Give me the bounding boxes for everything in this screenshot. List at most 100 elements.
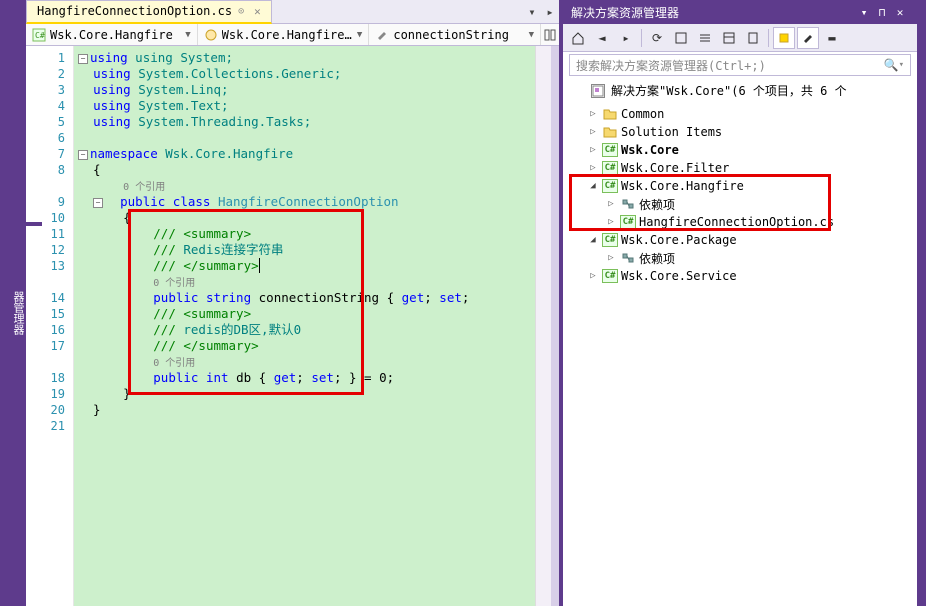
tree-item-label: Wsk.Core.Package [621, 233, 737, 247]
wrench-icon[interactable] [797, 27, 819, 49]
line-gutter: 123456789101112131415161718192021 [26, 46, 74, 606]
solution-icon [591, 84, 605, 98]
csproj-icon: C# [602, 161, 618, 175]
tree-item-label: 依赖项 [639, 196, 675, 213]
tree-item-label: Wsk.Core.Filter [621, 161, 729, 175]
close-icon[interactable]: ✕ [254, 5, 261, 18]
tree-item-label: HangfireConnectionOption.cs [639, 215, 834, 229]
fold-icon[interactable]: − [78, 150, 88, 160]
solution-root[interactable]: 解决方案"Wsk.Core"(6 个项目，共 6 个 [563, 78, 917, 105]
vertical-scrollbar[interactable] [535, 46, 551, 606]
right-toolwell [917, 0, 926, 606]
search-icon: 🔍 [884, 58, 899, 72]
panel-title: 解决方案资源管理器 [571, 4, 855, 21]
solution-label: 解决方案"Wsk.Core"(6 个项目，共 6 个 [611, 82, 847, 99]
code-body[interactable]: −using using System; using System.Collec… [74, 46, 535, 606]
more-icon[interactable]: ▬ [821, 27, 843, 49]
view-icon[interactable] [773, 27, 795, 49]
expander-icon[interactable] [587, 271, 599, 281]
expander-icon[interactable] [587, 181, 599, 191]
left-toolwell: 器管理器 工目录 [0, 0, 26, 606]
tree-item-label: Solution Items [621, 125, 722, 139]
overview-ruler[interactable] [551, 46, 559, 606]
expander-icon[interactable] [587, 145, 599, 155]
branch-arrow [26, 222, 42, 226]
tree-item[interactable]: C#Wsk.Core.Filter [569, 159, 911, 177]
tree-item-label: Wsk.Core [621, 143, 679, 157]
fold-icon[interactable]: − [78, 54, 88, 64]
dep-icon [620, 197, 636, 211]
dep-icon [620, 251, 636, 265]
tree-item[interactable]: C#Wsk.Core.Hangfire [569, 177, 911, 195]
tab-strip: HangfireConnectionOption.cs ⊙ ✕ ▾ ▸ [26, 0, 559, 24]
pin-icon[interactable]: ⊙ [238, 6, 244, 17]
expander-icon[interactable] [605, 199, 617, 209]
class-icon [204, 28, 218, 42]
nav-member-label: connectionString [393, 28, 524, 42]
tree-item[interactable]: C#Wsk.Core [569, 141, 911, 159]
sync-icon[interactable]: ⟳ [646, 27, 668, 49]
navigation-bar: C# Wsk.Core.Hangfire ▼ Wsk.Core.Hangfire… [26, 24, 559, 46]
expander-icon[interactable] [605, 253, 617, 263]
collapse-icon[interactable] [694, 27, 716, 49]
svg-text:C#: C# [35, 31, 45, 40]
expander-icon[interactable] [587, 235, 599, 245]
home-icon[interactable] [567, 27, 589, 49]
csproj-icon: C# [602, 179, 618, 193]
nav-type-label: Wsk.Core.Hangfire.Han [222, 28, 353, 42]
fold-icon[interactable]: − [93, 198, 103, 208]
nav-project[interactable]: C# Wsk.Core.Hangfire ▼ [26, 24, 198, 45]
search-placeholder: 搜索解决方案资源管理器(Ctrl+;) [576, 57, 884, 74]
tree-item[interactable]: C#HangfireConnectionOption.cs [569, 213, 911, 231]
expander-icon[interactable] [587, 109, 599, 119]
properties-icon[interactable] [742, 27, 764, 49]
editor-pane: HangfireConnectionOption.cs ⊙ ✕ ▾ ▸ C# W… [26, 0, 563, 606]
tree-item-label: 依赖项 [639, 250, 675, 267]
nav-member[interactable]: connectionString ▼ [369, 24, 541, 45]
csproj-icon: C# [602, 233, 618, 247]
csproj-icon: C# [602, 143, 618, 157]
tab-overflow-icon[interactable]: ▾ [523, 5, 541, 19]
search-input[interactable]: 搜索解决方案资源管理器(Ctrl+;) 🔍 ▾ [569, 54, 911, 76]
expander-icon[interactable] [587, 163, 599, 173]
tree-item[interactable]: C#Wsk.Core.Package [569, 231, 911, 249]
csproj-icon: C# [32, 28, 46, 42]
tree-item-label: Common [621, 107, 664, 121]
folder-icon [602, 125, 618, 139]
solution-tree: CommonSolution ItemsC#Wsk.CoreC#Wsk.Core… [563, 105, 917, 285]
main-area: HangfireConnectionOption.cs ⊙ ✕ ▾ ▸ C# W… [26, 0, 917, 606]
csproj-icon: C# [602, 269, 618, 283]
nav-type[interactable]: Wsk.Core.Hangfire.Han ▼ [198, 24, 370, 45]
refresh-icon[interactable] [670, 27, 692, 49]
solution-explorer: 解决方案资源管理器 ▾ ⊓ ✕ ◄ ▸ ⟳ ▬ 搜索解决方案资源管理器(Ctrl… [563, 0, 917, 606]
tree-item[interactable]: 依赖项 [569, 195, 911, 213]
tree-item-label: Wsk.Core.Service [621, 269, 737, 283]
showall-icon[interactable] [718, 27, 740, 49]
csfile-icon: C# [620, 215, 636, 229]
window-menu-icon[interactable]: ▾ [855, 6, 873, 19]
expander-icon[interactable] [605, 217, 617, 227]
tree-item[interactable]: Solution Items [569, 123, 911, 141]
folder-icon [602, 107, 618, 121]
document-tab[interactable]: HangfireConnectionOption.cs ⊙ ✕ [26, 0, 272, 24]
chevron-down-icon: ▼ [357, 30, 362, 40]
left-tab-1[interactable]: 器管理器 [10, 291, 26, 335]
split-icon[interactable] [541, 24, 559, 45]
chevron-down-icon: ▼ [529, 30, 534, 40]
fwd-icon[interactable]: ▸ [615, 27, 637, 49]
tree-item-label: Wsk.Core.Hangfire [621, 179, 744, 193]
tree-item[interactable]: 依赖项 [569, 249, 911, 267]
nav-project-label: Wsk.Core.Hangfire [50, 28, 181, 42]
code-area[interactable]: 123456789101112131415161718192021 −using… [26, 46, 559, 606]
expander-icon[interactable] [587, 127, 599, 137]
back-icon[interactable]: ◄ [591, 27, 613, 49]
solution-toolbar: ◄ ▸ ⟳ ▬ [563, 24, 917, 52]
tree-item[interactable]: C#Wsk.Core.Service [569, 267, 911, 285]
wrench-icon [375, 28, 389, 42]
tree-item[interactable]: Common [569, 105, 911, 123]
pin-icon[interactable]: ⊓ [873, 6, 891, 19]
chevron-down-icon: ▼ [185, 30, 190, 40]
close-icon[interactable]: ✕ [891, 6, 909, 19]
tab-menu-icon[interactable]: ▸ [541, 5, 559, 19]
panel-header: 解决方案资源管理器 ▾ ⊓ ✕ [563, 0, 917, 24]
